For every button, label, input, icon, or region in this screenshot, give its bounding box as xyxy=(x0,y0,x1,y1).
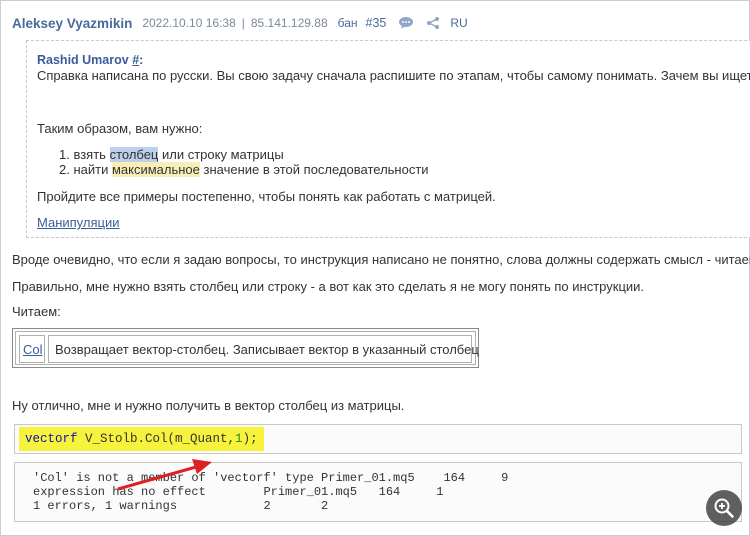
zoom-in-icon[interactable] xyxy=(706,490,742,526)
red-arrow-annotation xyxy=(117,459,212,491)
